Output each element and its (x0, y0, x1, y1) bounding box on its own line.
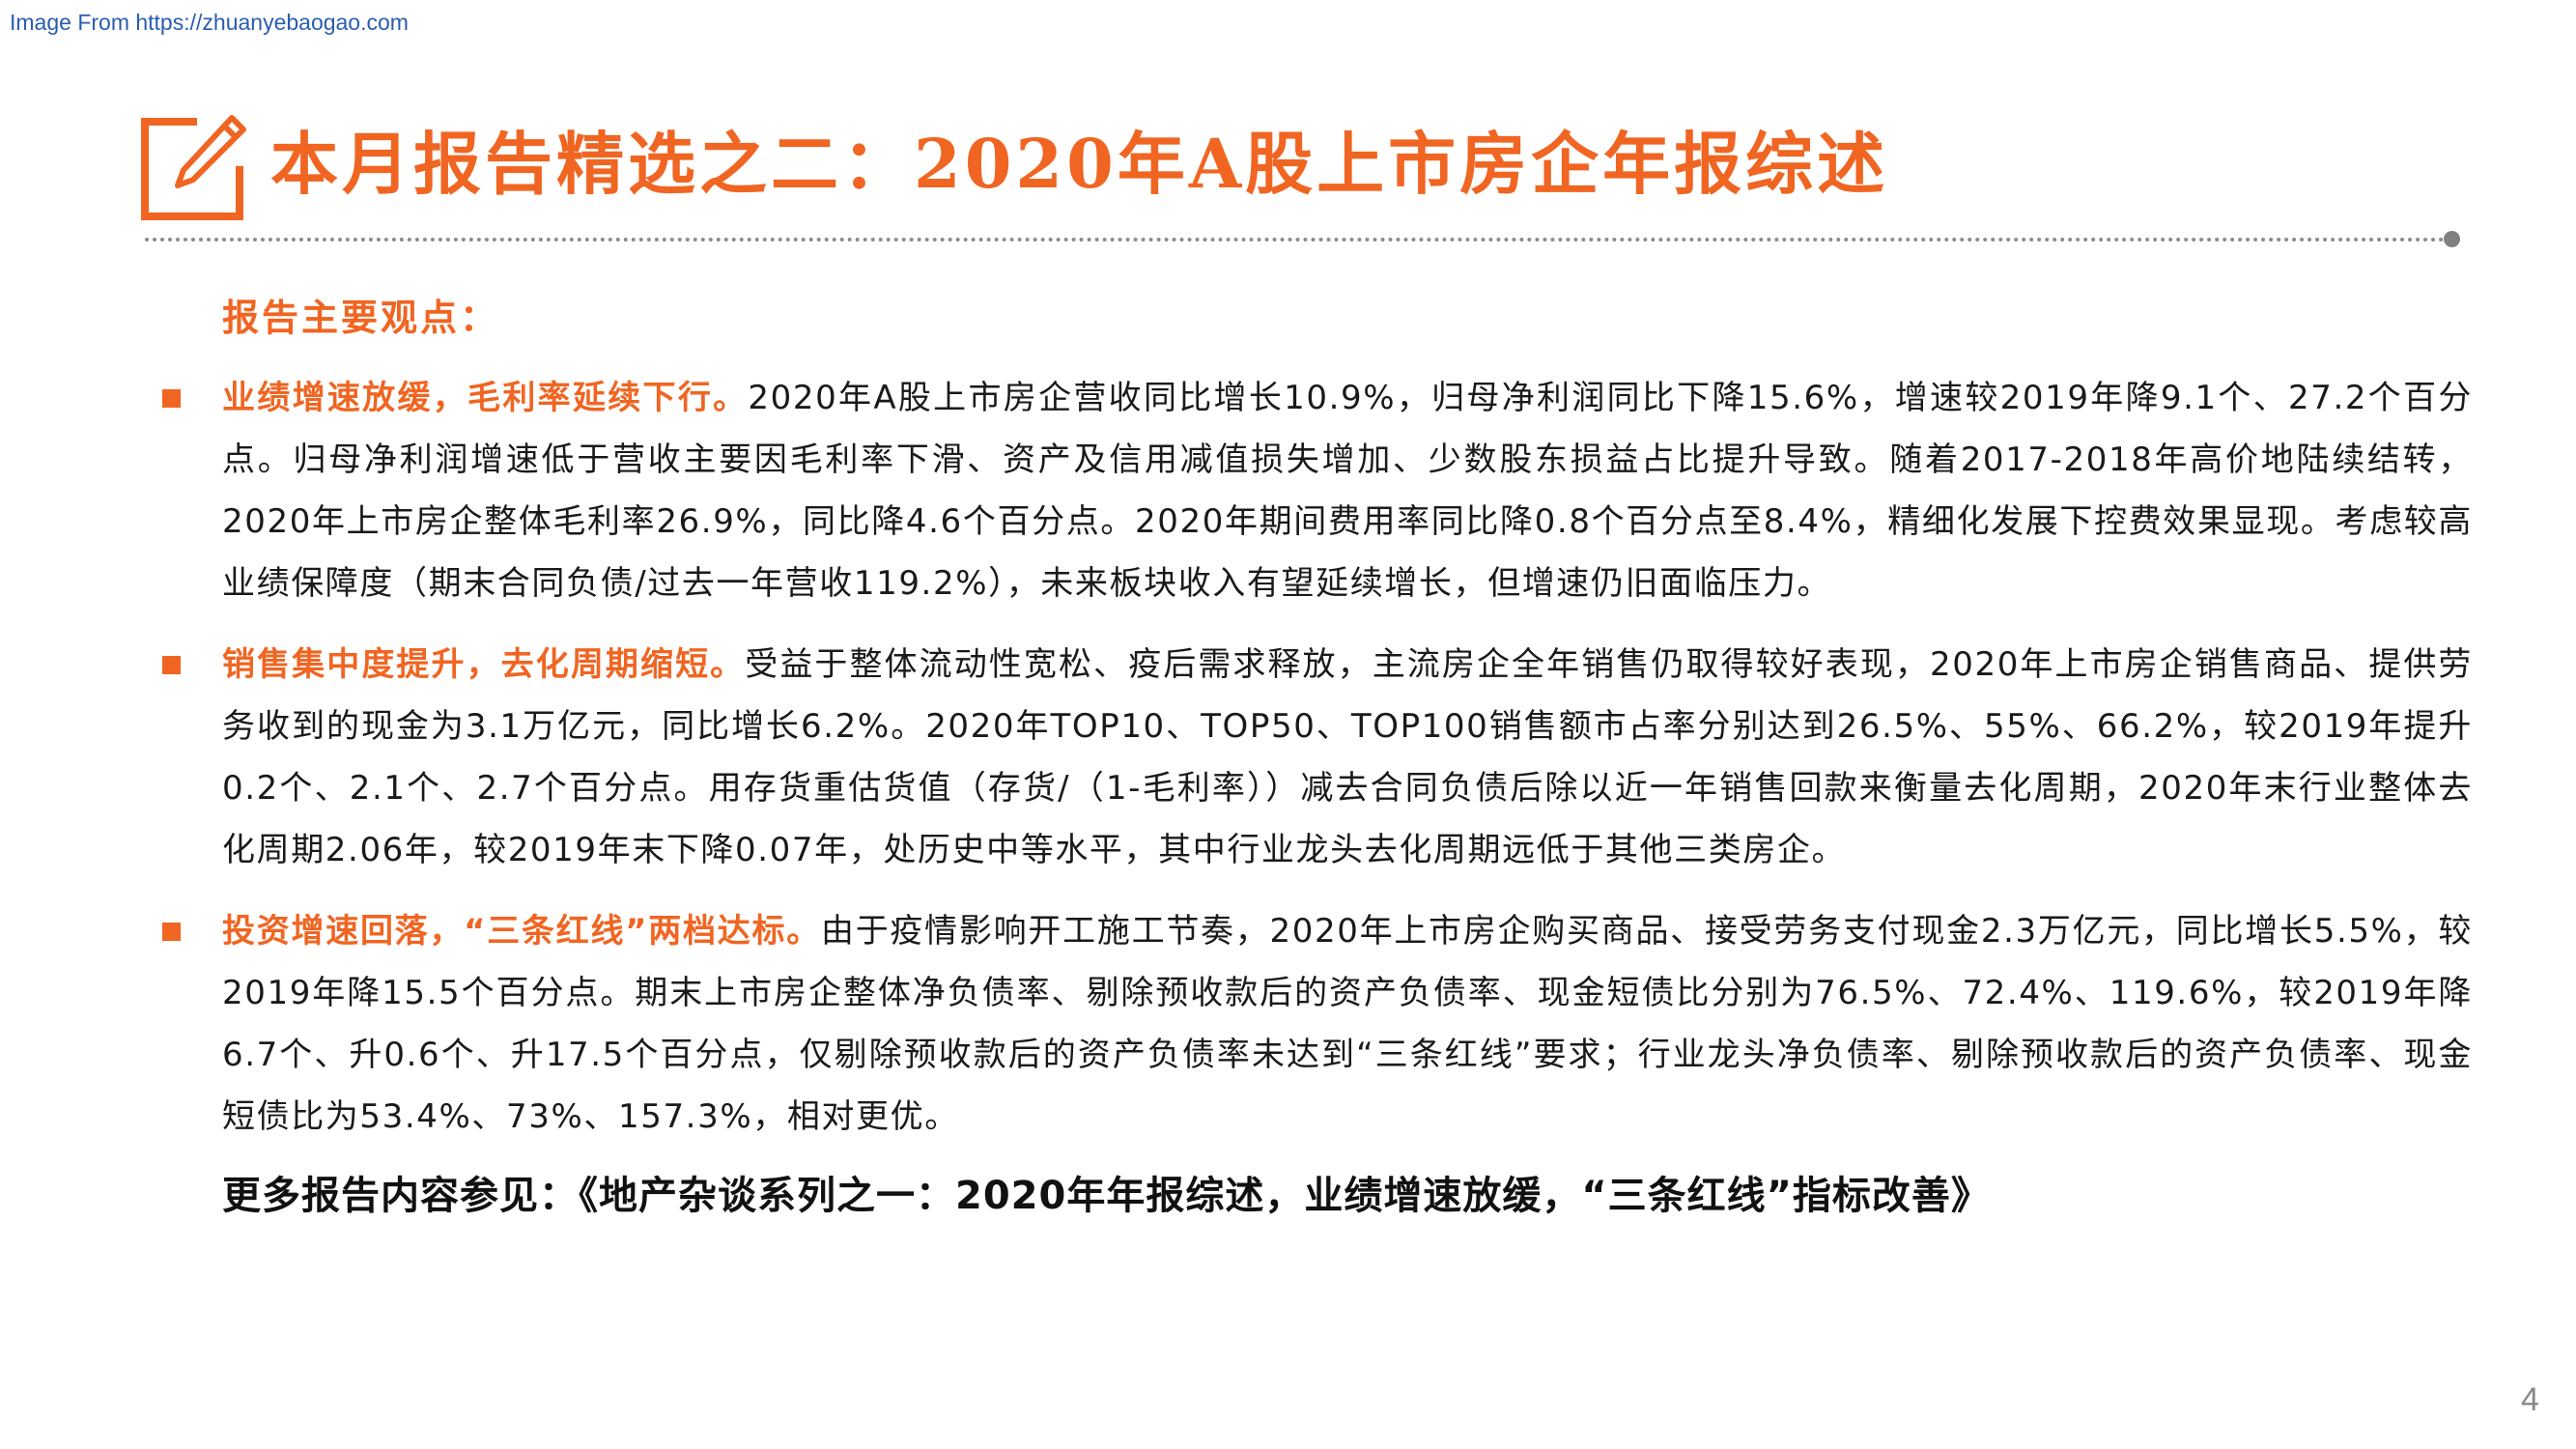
source-link[interactable]: Image From https://zhuanyebaogao.com (10, 10, 409, 36)
key-point: 销售集中度提升，去化周期缩短。受益于整体流动性宽松、疫后需求释放，主流房企全年销… (162, 634, 2473, 881)
section-heading: 报告主要观点： (222, 296, 500, 339)
title-divider (145, 238, 2453, 242)
key-point-lead: 业绩增速放缓，毛利率延续下行。 (222, 379, 749, 417)
divider-end-dot (2444, 231, 2460, 247)
slide-title: 本月报告精选之二：2020年A股上市房企年报综述 (270, 124, 1889, 204)
key-point-text: 销售集中度提升，去化周期缩短。受益于整体流动性宽松、疫后需求释放，主流房企全年销… (222, 634, 2473, 881)
page-number: 4 (2521, 1381, 2539, 1418)
edit-note-icon (141, 115, 246, 220)
key-point-text: 业绩增速放缓，毛利率延续下行。2020年A股上市房企营收同比增长10.9%，归母… (222, 367, 2473, 614)
square-bullet-icon (162, 923, 181, 941)
more-report-reference: 更多报告内容参见：《地产杂谈系列之一：2020年年报综述，业绩增速放缓，“三条红… (222, 1174, 1991, 1218)
square-bullet-icon (162, 389, 181, 408)
key-point: 业绩增速放缓，毛利率延续下行。2020年A股上市房企营收同比增长10.9%，归母… (162, 367, 2473, 614)
key-point-text: 投资增速回落，“三条红线”两档达标。由于疫情影响开工施工节奏，2020年上市房企… (222, 900, 2473, 1148)
key-point: 投资增速回落，“三条红线”两档达标。由于疫情影响开工施工节奏，2020年上市房企… (162, 900, 2473, 1148)
key-point-lead: 销售集中度提升，去化周期缩短。 (222, 645, 746, 684)
square-bullet-icon (162, 656, 181, 674)
key-point-lead: 投资增速回落，“三条红线”两档达标。 (222, 912, 821, 951)
